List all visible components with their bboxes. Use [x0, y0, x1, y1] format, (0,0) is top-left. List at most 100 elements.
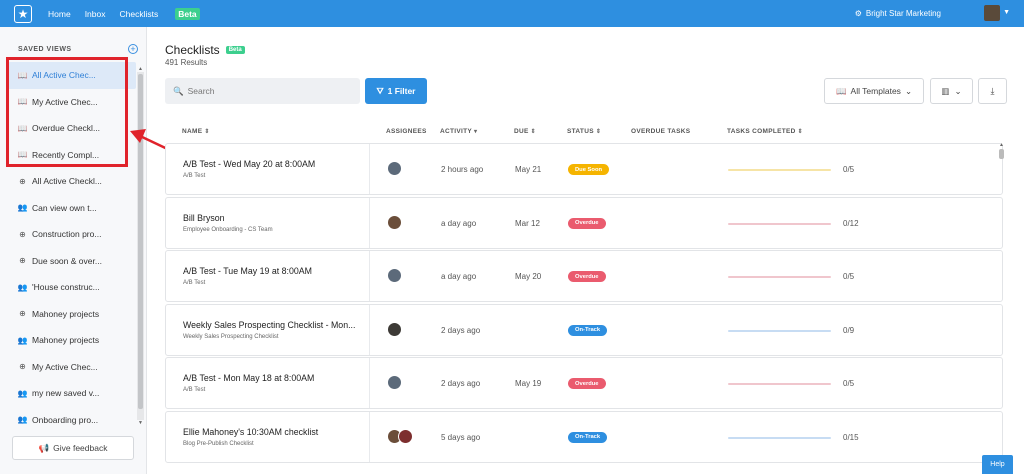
columns-dropdown[interactable]: ▥ ⌄ [930, 78, 973, 104]
saved-view-item[interactable]: 👥 Mahoney projects [8, 327, 136, 354]
column-header-activity[interactable]: ACTIVITY ▾ [440, 128, 477, 135]
users-icon: 👥 [17, 335, 28, 345]
saved-view-item[interactable]: ⊕ Mahoney projects [8, 301, 136, 328]
scrollbar-thumb[interactable] [999, 149, 1004, 159]
template-name: Employee Onboarding - CS Team [183, 226, 273, 233]
column-header-label: ACTIVITY [440, 128, 473, 135]
assignees[interactable] [387, 375, 402, 390]
sort-icon: ⇕ [797, 129, 803, 135]
column-header-tasks-completed[interactable]: TASKS COMPLETED ⇕ [727, 128, 803, 135]
saved-view-item[interactable]: 👥 Onboarding pro... [8, 407, 136, 434]
sort-desc-icon: ▾ [474, 129, 478, 135]
row-divider [369, 251, 370, 301]
scroll-up-icon[interactable]: ▲ [137, 66, 144, 72]
give-feedback-label: Give feedback [53, 443, 108, 453]
nav-home[interactable]: Home [48, 9, 71, 19]
saved-view-label: 'House construc... [32, 282, 100, 293]
download-button[interactable]: ⤓ [978, 78, 1007, 104]
column-header-label: DUE [514, 128, 529, 135]
column-header-due[interactable]: DUE ⇕ [514, 128, 536, 135]
top-bar: ★ Home Inbox Checklists Beta ⚙ Bright Sta… [0, 0, 1024, 27]
help-button[interactable]: Help [982, 455, 1013, 474]
activity-time: a day ago [441, 272, 477, 281]
tasks-completed-count: 0/5 [843, 379, 855, 388]
assignees[interactable] [387, 428, 413, 444]
scroll-down-icon[interactable]: ▼ [137, 420, 144, 426]
tasks-completed-count: 0/9 [843, 325, 855, 335]
tasks-completed-count: 0/15 [843, 432, 859, 442]
assignees[interactable] [387, 214, 402, 230]
saved-view-item[interactable]: ⊕ Due soon & over... [8, 248, 136, 275]
table-row[interactable]: Weekly Sales Prospecting Checklist - Mon… [165, 303, 1003, 356]
results-count: 491 Results [165, 58, 208, 67]
progress-bar [728, 436, 831, 439]
beta-badge: Beta [225, 46, 245, 54]
chevron-down-icon[interactable]: ▼ [1003, 9, 1010, 16]
row-divider [369, 358, 370, 408]
saved-view-label: Due soon & over... [32, 255, 102, 266]
status-badge: On-Track [568, 324, 608, 336]
nav-checklists-label: Checklists [119, 8, 159, 19]
nav-inbox[interactable]: Inbox [85, 9, 106, 19]
assignees[interactable] [387, 321, 402, 337]
progress-bar [728, 276, 831, 278]
assignees[interactable] [387, 268, 402, 283]
due-date: May 20 [515, 272, 542, 281]
checklist-name[interactable]: Bill Bryson [183, 213, 225, 223]
status-badge: Due Soon [568, 164, 610, 175]
table-row[interactable]: Bill Bryson Employee Onboarding - CS Tea… [165, 196, 1003, 249]
progress-bar [728, 222, 831, 225]
give-feedback-button[interactable]: 📢 Give feedback [12, 436, 134, 460]
saved-view-item[interactable]: 👥 Can view own t... [8, 195, 136, 222]
checklist-name[interactable]: A/B Test - Mon May 18 at 8:00AM [183, 373, 314, 383]
checklist-name[interactable]: Ellie Mahoney's 10:30AM checklist [183, 427, 318, 437]
user-avatar[interactable] [984, 5, 1000, 21]
beta-badge: Beta [175, 7, 200, 20]
globe-icon: ⊕ [19, 176, 26, 186]
saved-view-item[interactable]: 👥 my new saved v... [8, 380, 136, 407]
saved-view-item[interactable]: ⊕ Construction pro... [8, 221, 136, 248]
column-header-status[interactable]: STATUS ⇕ [567, 128, 601, 135]
nav-checklists[interactable]: Checklists Beta [119, 7, 213, 20]
org-switcher[interactable]: ⚙ Bright Star Marketing [855, 9, 941, 18]
sort-icon: ⇕ [204, 129, 210, 135]
filter-icon: ⛛ [376, 85, 384, 96]
activity-time: 2 hours ago [441, 165, 484, 174]
table-row[interactable]: A/B Test - Tue May 19 at 8:00AM A/B Test… [165, 250, 1003, 302]
saved-view-item[interactable]: ⊕ All Active Checkl... [8, 168, 136, 195]
checklist-name[interactable]: A/B Test - Wed May 20 at 8:00AM [183, 159, 315, 169]
table-scrollbar[interactable]: ▲ [998, 142, 1005, 474]
saved-view-label: Mahoney projects [32, 308, 100, 319]
columns-icon: ▥ [941, 85, 950, 96]
column-header-label: TASKS COMPLETED [727, 128, 796, 135]
saved-view-item[interactable]: 👥 'House construc... [8, 274, 136, 301]
row-divider [369, 197, 370, 248]
org-icon: ⚙ [854, 9, 862, 18]
assignees[interactable] [387, 161, 402, 176]
table-row[interactable]: A/B Test - Wed May 20 at 8:00AM A/B Test… [165, 143, 1003, 195]
users-icon: 👥 [17, 282, 28, 292]
saved-view-item[interactable]: ⊕ My Active Chec... [8, 354, 136, 381]
templates-dropdown[interactable]: 📖 All Templates ⌄ [824, 78, 924, 104]
checklist-name[interactable]: Weekly Sales Prospecting Checklist - Mon… [183, 320, 355, 330]
sort-icon: ⇕ [530, 129, 536, 135]
saved-view-label: Onboarding pro... [32, 414, 99, 425]
column-header-label: ASSIGNEES [386, 128, 427, 135]
table-row[interactable]: A/B Test - Mon May 18 at 8:00AM A/B Test… [165, 357, 1003, 409]
checklist-name[interactable]: A/B Test - Tue May 19 at 8:00AM [183, 266, 312, 276]
status-badge: Overdue [568, 378, 606, 389]
row-divider [369, 304, 370, 355]
globe-icon: ⊕ [19, 229, 26, 239]
activity-time: 5 days ago [441, 432, 481, 442]
scroll-up-icon[interactable]: ▲ [998, 142, 1005, 148]
users-icon: 👥 [17, 203, 28, 213]
column-header-name[interactable]: NAME ⇕ [182, 128, 210, 135]
table-row[interactable]: Ellie Mahoney's 10:30AM checklist Blog P… [165, 410, 1003, 463]
search-input[interactable]: 🔍 Search [165, 78, 360, 104]
filter-button[interactable]: ⛛ 1 Filter [365, 78, 427, 104]
progress-bar [728, 383, 831, 385]
column-header-overdue-tasks: OVERDUE TASKS [631, 128, 690, 135]
star-logo-icon[interactable]: ★ [14, 4, 32, 23]
activity-time: 2 days ago [441, 379, 481, 388]
plus-circle-icon[interactable]: + [128, 44, 138, 54]
